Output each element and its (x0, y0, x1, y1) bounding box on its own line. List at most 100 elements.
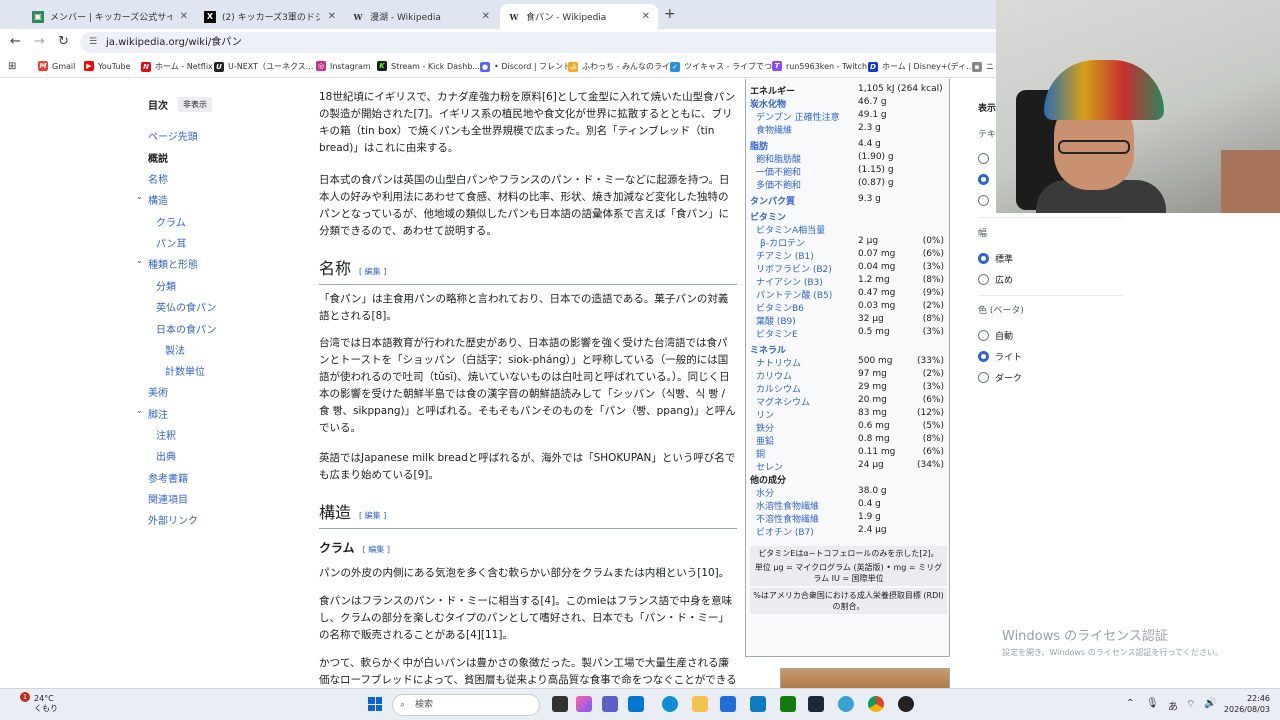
windows-start-icon[interactable] (368, 697, 382, 711)
app-icon[interactable] (838, 696, 854, 712)
toc-item[interactable]: ⌄ 構造 (136, 192, 168, 207)
toc-item[interactable]: 日本の食パン (156, 321, 217, 336)
tab-manko-wikipedia[interactable]: W 漫湖 - Wikipedia ✕ (344, 4, 498, 29)
chrome-icon[interactable] (868, 696, 884, 712)
toc-item[interactable]: 概説 (148, 150, 168, 165)
color-option-dark[interactable]: ダーク (978, 371, 1022, 384)
width-option-standard[interactable]: 標準 (978, 252, 1013, 265)
store-icon[interactable] (720, 696, 736, 712)
back-arrow-icon[interactable]: ← (10, 34, 21, 49)
close-icon[interactable]: ✕ (180, 11, 188, 22)
copilot-icon[interactable] (576, 696, 592, 712)
toc-item[interactable]: 計数単位 (165, 363, 205, 378)
forward-arrow-icon[interactable]: → (34, 34, 45, 49)
unext-icon: U (214, 61, 224, 72)
chevron-down-icon[interactable]: ⌄ (136, 256, 143, 265)
toc-item[interactable]: パン耳 (156, 235, 187, 250)
bookmark-other[interactable]: ▪ ニ (972, 61, 994, 72)
toc-item[interactable]: 外部リンク (148, 512, 198, 527)
tab-x-profile[interactable]: X (2) キッカーズ3軍のドジョウ（@run ✕ (196, 4, 344, 29)
toc-item[interactable]: 関連項目 (148, 491, 188, 506)
kick-icon: K (377, 61, 387, 71)
toc-item[interactable]: 製法 (165, 342, 185, 357)
close-icon[interactable]: ✕ (482, 11, 490, 22)
chevron-up-icon[interactable]: ⌃ (1126, 698, 1134, 709)
bookmark-youtube[interactable]: ▶ YouTube (84, 61, 131, 71)
xbox-icon[interactable] (780, 696, 796, 712)
subsection-heading-crumb: クラム[ 編集 ] (319, 541, 390, 555)
toc-item[interactable]: 英仏の食パン (156, 299, 217, 314)
teams-icon[interactable] (602, 696, 618, 712)
toc-item[interactable]: ⌄ 脚注 (136, 406, 168, 421)
bookmark-netflix[interactable]: N ホーム - Netflix (141, 61, 213, 72)
toc-item[interactable]: 参考書籍 (148, 470, 188, 485)
bookmark-unext[interactable]: U U-NEXT（ユーネクス... (214, 61, 313, 72)
edit-link[interactable]: [ 編集 ] (363, 545, 390, 554)
bookmark-disney[interactable]: D ホーム | Disney+(ディ... (868, 61, 974, 72)
bookmark-fuwatch[interactable]: ふふわっち - みんなのライ... (568, 61, 678, 72)
edit-link[interactable]: [ 編集 ] (359, 267, 386, 276)
site-info-icon[interactable]: ☰ (89, 32, 97, 53)
divider (978, 217, 1123, 218)
infobox-note: ビタミンEはα−トコフェロールのみを示した[2]。 (750, 546, 947, 561)
tab-shokupan-wikipedia[interactable]: W 食パン - Wikipedia ✕ (500, 4, 658, 29)
close-icon[interactable]: ✕ (328, 11, 336, 22)
toc-item[interactable]: クラム (156, 214, 186, 229)
toc-item[interactable]: ⌄ 種類と形態 (136, 256, 198, 271)
toc-hide-button[interactable]: 非表示 (178, 97, 212, 112)
bookmark-discord[interactable]: ● • Discord | フレンド (480, 61, 571, 72)
chevron-down-icon[interactable]: ⌄ (136, 192, 143, 201)
nutrition-row: 不溶性食物繊維 1.9 g (756, 512, 881, 525)
infobox-note: 単位 µg = マイクログラム (英語版) • mg = ミリグラム IU = … (750, 560, 947, 586)
color-option-light[interactable]: ライト (978, 350, 1022, 363)
width-option-wide[interactable]: 広め (978, 273, 1013, 286)
paragraph: 英語ではJapanese milk breadと呼ばれるが、海外では「SHOKU… (319, 452, 736, 481)
volume-icon[interactable]: 🔊 (1204, 698, 1216, 709)
task-view-icon[interactable] (552, 696, 568, 712)
clock[interactable]: 22:46 2026/08/03 (1224, 693, 1270, 715)
text-size-option[interactable] (978, 153, 995, 164)
bookmark-instagram[interactable]: ◎ Instagram (316, 61, 371, 71)
nutrition-row: 銅 0.11 mg (6%) (756, 447, 944, 460)
toc-item[interactable]: 注釈 (156, 427, 176, 442)
disney-icon: D (868, 61, 878, 72)
reload-icon[interactable]: ↻ (58, 34, 69, 49)
nutrition-row: β-カロテン 2 µg (0%) (760, 236, 944, 249)
text-size-option[interactable] (978, 174, 995, 185)
bookmark-twitch[interactable]: Trun5963ken - Twitch (772, 61, 867, 71)
taskbar-search-input[interactable]: ⌕ 検索 (392, 694, 540, 716)
weather-widget[interactable]: 1 24°C くもり (14, 692, 58, 714)
toc-item[interactable]: 美術 (148, 384, 168, 399)
paragraph: 「食パン」は主食用パンの略称と言われており、日本での造語である。菓子パンの対義語… (319, 293, 729, 322)
toc-item[interactable]: 出典 (156, 448, 176, 463)
text-size-option[interactable] (978, 195, 995, 206)
obs-icon[interactable] (898, 696, 914, 712)
app-icon[interactable] (750, 696, 766, 712)
tab-kickers[interactable]: ▣ メンバー | キッカーズ公式サイト ✕ (24, 4, 196, 29)
close-icon[interactable]: ✕ (642, 11, 650, 22)
bookmark-gmail[interactable]: M Gmail (38, 61, 75, 71)
file-explorer-icon[interactable] (692, 696, 708, 712)
chevron-down-icon[interactable]: ⌄ (136, 406, 143, 415)
ime-indicator[interactable]: あ (1168, 698, 1178, 713)
color-option-auto[interactable]: 自動 (978, 329, 1013, 342)
new-tab-button[interactable]: + (664, 6, 676, 22)
paragraph: 18世紀頃にイギリスで、カナダ産強力粉を原料[6]として金型に入れて焼いた山型食… (319, 91, 736, 154)
green-square-icon: ▣ (32, 10, 44, 23)
toc-item[interactable]: ページ先頭 (148, 128, 198, 143)
steam-icon[interactable] (808, 696, 824, 712)
toc-item[interactable]: 分類 (156, 278, 176, 293)
mail-icon[interactable] (628, 696, 644, 712)
bookmark-kick[interactable]: K Stream - Kick Dashb... (377, 61, 480, 71)
bookmark-twitcasting[interactable]: ✓ ツイキャス - ライブでつ... (670, 61, 780, 72)
nutrition-row: 炭水化物 46.7 g (750, 97, 887, 110)
toc-item[interactable]: 名称 (148, 171, 168, 186)
bread-image[interactable] (780, 668, 950, 688)
edge-icon[interactable] (662, 696, 678, 712)
tab-title: 食パン - Wikipedia (526, 13, 607, 23)
table-of-contents: 目次 非表示 (148, 97, 298, 126)
edit-link[interactable]: [ 編集 ] (359, 511, 386, 520)
microphone-icon[interactable]: 🎙 (1146, 698, 1159, 709)
apps-grid-icon[interactable]: ⊞ (8, 61, 16, 72)
wifi-icon[interactable]: ⌔ (1186, 698, 1195, 711)
